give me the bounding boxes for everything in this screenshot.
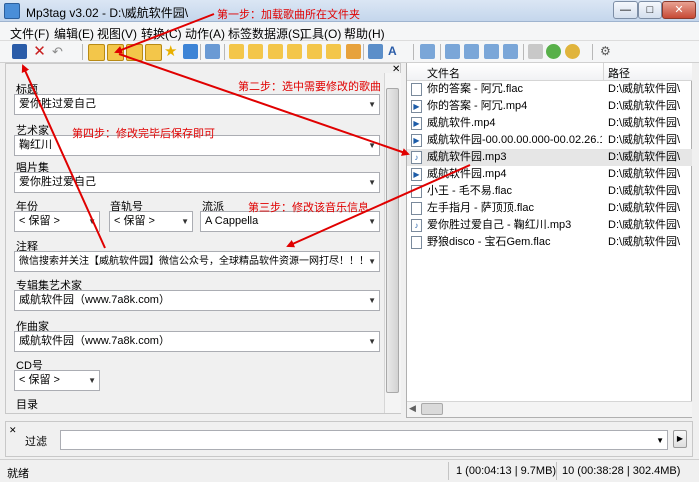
annotation-arrows: [21, 13, 471, 249]
arrow-step2: [118, 53, 410, 156]
arrow-step1: [114, 13, 215, 54]
arrow-step3: [286, 164, 471, 248]
arrow-step4: [21, 64, 106, 249]
